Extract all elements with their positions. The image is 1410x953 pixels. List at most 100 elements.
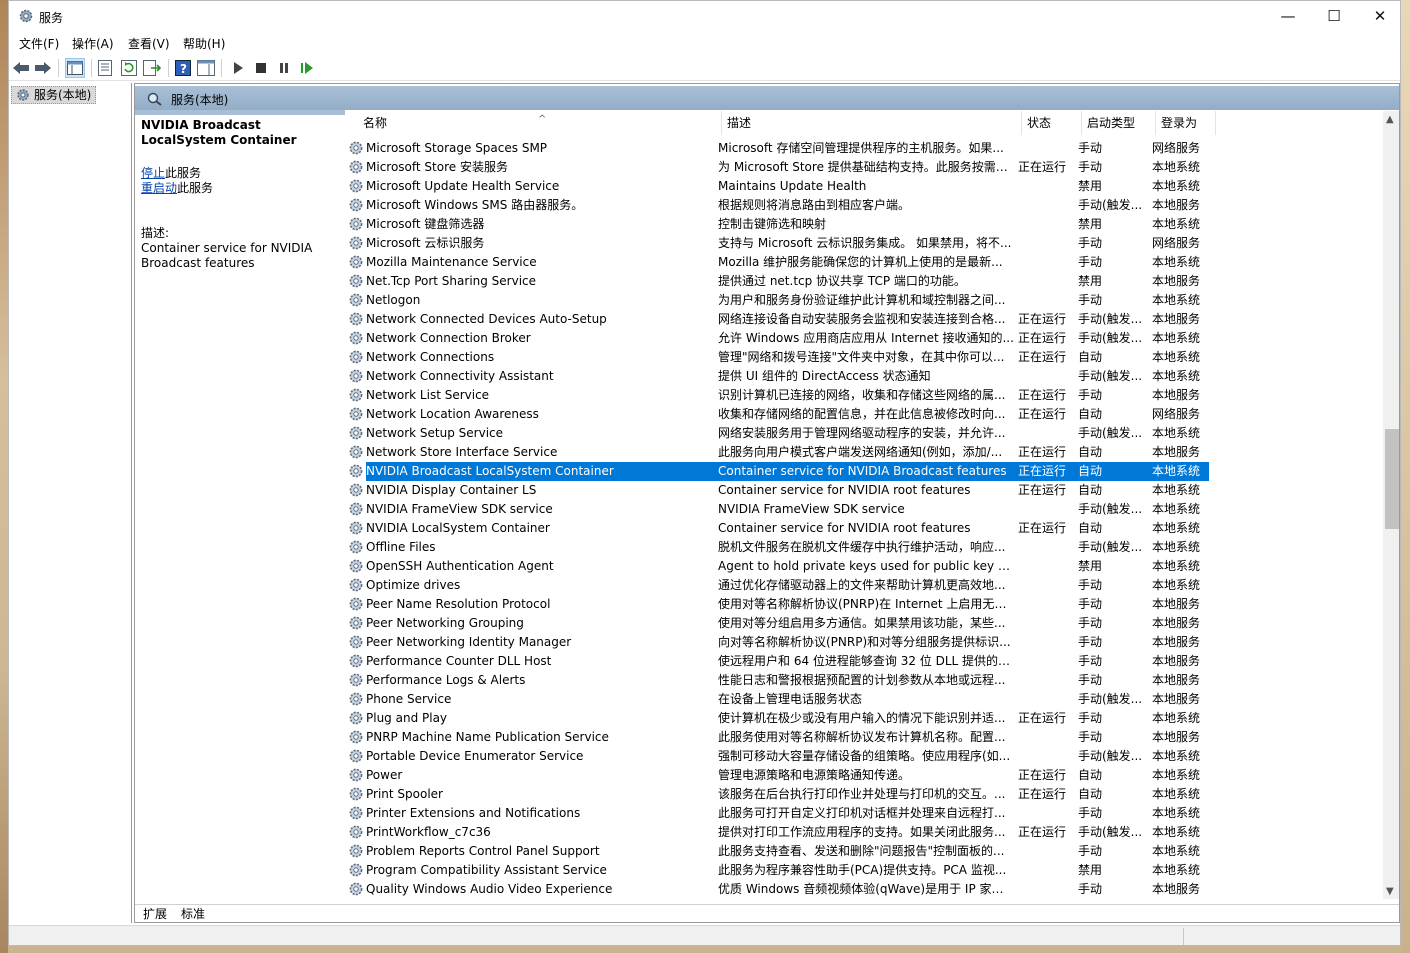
- service-row[interactable]: Microsoft Update Health Service Maintains…: [348, 177, 1384, 196]
- service-row[interactable]: Microsoft 云标识服务 支持与 Microsoft 云标识服务集成。 如果…: [348, 234, 1384, 253]
- column-header-description[interactable]: 描述: [722, 111, 1022, 135]
- tab-standard[interactable]: 标准: [177, 905, 209, 922]
- service-startup-type: 手动(触发...: [1078, 426, 1143, 440]
- service-row[interactable]: Net.Tcp Port Sharing Service 提供通过 net.tcp…: [348, 272, 1384, 291]
- service-description: Agent to hold private keys used for publ…: [718, 559, 1014, 573]
- restart-service-button[interactable]: [297, 58, 317, 78]
- refresh-button[interactable]: [119, 58, 139, 78]
- service-row[interactable]: NVIDIA Display Container LS Container ser…: [348, 481, 1384, 500]
- service-row[interactable]: Microsoft Storage Spaces SMP Microsoft 存储…: [348, 139, 1384, 158]
- close-icon: ✕: [1373, 7, 1387, 25]
- service-name: Network Connectivity Assistant: [366, 369, 554, 383]
- show-action-pane-button[interactable]: [196, 58, 216, 78]
- service-row[interactable]: NVIDIA FrameView SDK service NVIDIA Frame…: [348, 500, 1384, 519]
- service-startup-type: 手动(触发...: [1078, 540, 1143, 554]
- service-row[interactable]: Performance Logs & Alerts 性能日志和警报根据预配置的计划…: [348, 671, 1384, 690]
- service-row[interactable]: Print Spooler 该服务在后台执行打印作业并处理与打印机的交互。... 正…: [348, 785, 1384, 804]
- service-startup-type: 手动: [1078, 730, 1103, 744]
- service-row[interactable]: Performance Counter DLL Host 使远程用户和 64 位进…: [348, 652, 1384, 671]
- service-row[interactable]: NVIDIA LocalSystem Container Container se…: [348, 519, 1384, 538]
- tree-item-services-local[interactable]: 服务(本地): [11, 86, 97, 104]
- stop-service-link[interactable]: 停止: [141, 166, 165, 180]
- service-name: PrintWorkflow_c7c36: [366, 825, 491, 839]
- minimize-button[interactable]: —: [1265, 1, 1311, 31]
- service-row[interactable]: Network Connections 管理"网络和拨号连接"文件夹中对象，在其中…: [348, 348, 1384, 367]
- service-row[interactable]: PrintWorkflow_c7c36 提供对打印工作流应用程序的支持。如果关闭此…: [348, 823, 1384, 842]
- service-row[interactable]: Peer Networking Grouping 使用对等分组启用多方通信。如果禁…: [348, 614, 1384, 633]
- service-row[interactable]: Microsoft Store 安装服务 为 Microsoft Store 提供…: [348, 158, 1384, 177]
- service-row[interactable]: Network Connected Devices Auto-Setup 网络连接…: [348, 310, 1384, 329]
- pause-icon: [280, 63, 288, 73]
- close-button[interactable]: ✕: [1357, 1, 1400, 31]
- service-row[interactable]: Netlogon 为用户和服务身份验证维护此计算机和域控制器之间... 手动 本地系统: [348, 291, 1384, 310]
- service-row[interactable]: Quality Windows Audio Video Experience 优质…: [348, 880, 1384, 899]
- column-header-name[interactable]: 名称 ^: [358, 111, 722, 135]
- service-row[interactable]: Power 管理电源策略和电源策略通知传递。 正在运行 自动 本地系统: [348, 766, 1384, 785]
- service-row[interactable]: Offline Files 脱机文件服务在脱机文件缓存中执行维护活动，响应... 手…: [348, 538, 1384, 557]
- service-startup-type: 禁用: [1078, 179, 1103, 193]
- menu-action[interactable]: 操作(A): [72, 35, 114, 52]
- tab-extended[interactable]: 扩展: [139, 905, 171, 922]
- service-row[interactable]: Plug and Play 使计算机在极少或没有用户输入的情况下能识别并适... 正…: [348, 709, 1384, 728]
- column-header-startup-type[interactable]: 启动类型: [1082, 111, 1156, 135]
- vertical-scrollbar[interactable]: ▲ ▼: [1383, 111, 1399, 899]
- scroll-up-icon[interactable]: ▲: [1386, 114, 1394, 125]
- menu-file[interactable]: 文件(F): [19, 35, 59, 52]
- service-row[interactable]: Program Compatibility Assistant Service 此…: [348, 861, 1384, 880]
- service-name: NVIDIA FrameView SDK service: [366, 502, 553, 516]
- service-row[interactable]: Printer Extensions and Notifications 此服务可…: [348, 804, 1384, 823]
- back-button[interactable]: [11, 58, 31, 78]
- service-description: 脱机文件服务在脱机文件缓存中执行维护活动，响应...: [718, 540, 1006, 554]
- service-logon-as: 本地系统: [1152, 255, 1201, 269]
- menu-view[interactable]: 查看(V): [128, 35, 170, 52]
- service-status: 正在运行: [1018, 787, 1067, 801]
- maximize-button[interactable]: ☐: [1311, 1, 1357, 31]
- service-row[interactable]: Portable Device Enumerator Service 强制可移动大…: [348, 747, 1384, 766]
- selected-service-title: NVIDIA Broadcast LocalSystem Container: [141, 118, 297, 147]
- help-button[interactable]: ?: [173, 58, 193, 78]
- service-row[interactable]: Network Store Interface Service 此服务向用户模式客…: [348, 443, 1384, 462]
- restart-link-suffix: 此服务: [177, 181, 214, 195]
- stop-service-button[interactable]: [251, 58, 271, 78]
- service-row[interactable]: Optimize drives 通过优化存储驱动器上的文件来帮助计算机更高效地..…: [348, 576, 1384, 595]
- service-logon-as: 本地系统: [1152, 863, 1201, 877]
- service-row[interactable]: Phone Service 在设备上管理电话服务状态 手动(触发... 本地服务: [348, 690, 1384, 709]
- column-header-logon-as[interactable]: 登录为: [1156, 111, 1216, 135]
- forward-button[interactable]: [33, 58, 53, 78]
- service-row[interactable]: Microsoft 键盘筛选器 控制击键筛选和映射 禁用 本地系统: [348, 215, 1384, 234]
- service-row[interactable]: Network Location Awareness 收集和存储网络的配置信息，并…: [348, 405, 1384, 424]
- service-logon-as: 本地系统: [1152, 179, 1201, 193]
- start-service-button[interactable]: [228, 58, 248, 78]
- service-row[interactable]: OpenSSH Authentication Agent Agent to hol…: [348, 557, 1384, 576]
- service-logon-as: 本地服务: [1152, 616, 1201, 630]
- service-name: Microsoft Update Health Service: [366, 179, 560, 193]
- scroll-thumb[interactable]: [1385, 429, 1399, 529]
- export-list-button[interactable]: [142, 58, 162, 78]
- service-row[interactable]: NVIDIA Broadcast LocalSystem Container Co…: [348, 462, 1384, 481]
- service-row[interactable]: Microsoft Windows SMS 路由器服务。 根据规则将消息路由到相应…: [348, 196, 1384, 215]
- service-logon-as: 本地系统: [1152, 350, 1201, 364]
- service-startup-type: 自动: [1078, 483, 1103, 497]
- restart-service-link[interactable]: 重启动: [141, 181, 177, 195]
- services-content-pane: 服务(本地) NVIDIA Broadcast LocalSystem Cont…: [134, 83, 1400, 923]
- service-row[interactable]: Peer Name Resolution Protocol 使用对等名称解析协议(…: [348, 595, 1384, 614]
- service-row[interactable]: Network Connectivity Assistant 提供 UI 组件的 …: [348, 367, 1384, 386]
- service-row[interactable]: Network Setup Service 网络安装服务用于管理网络驱动程序的安装…: [348, 424, 1384, 443]
- service-logon-as: 网络服务: [1152, 141, 1201, 155]
- service-row[interactable]: Mozilla Maintenance Service Mozilla 维护服务能…: [348, 253, 1384, 272]
- pause-service-button[interactable]: [274, 58, 294, 78]
- service-row[interactable]: Network Connection Broker 允许 Windows 应用商店…: [348, 329, 1384, 348]
- column-header-status[interactable]: 状态: [1022, 111, 1082, 135]
- properties-button[interactable]: [95, 58, 115, 78]
- service-row[interactable]: Problem Reports Control Panel Support 此服务…: [348, 842, 1384, 861]
- service-logon-as: 本地系统: [1152, 483, 1201, 497]
- service-name: Peer Name Resolution Protocol: [366, 597, 551, 611]
- scroll-down-icon[interactable]: ▼: [1386, 886, 1394, 897]
- service-description: 管理"网络和拨号连接"文件夹中对象，在其中你可以...: [718, 350, 1005, 364]
- service-row[interactable]: PNRP Machine Name Publication Service 此服务…: [348, 728, 1384, 747]
- show-hide-console-tree-button[interactable]: [65, 58, 85, 78]
- service-startup-type: 手动: [1078, 882, 1103, 896]
- service-row[interactable]: Peer Networking Identity Manager 向对等名称解析协…: [348, 633, 1384, 652]
- service-row[interactable]: Network List Service 识别计算机已连接的网络，收集和存储这些网…: [348, 386, 1384, 405]
- menu-help[interactable]: 帮助(H): [183, 35, 225, 52]
